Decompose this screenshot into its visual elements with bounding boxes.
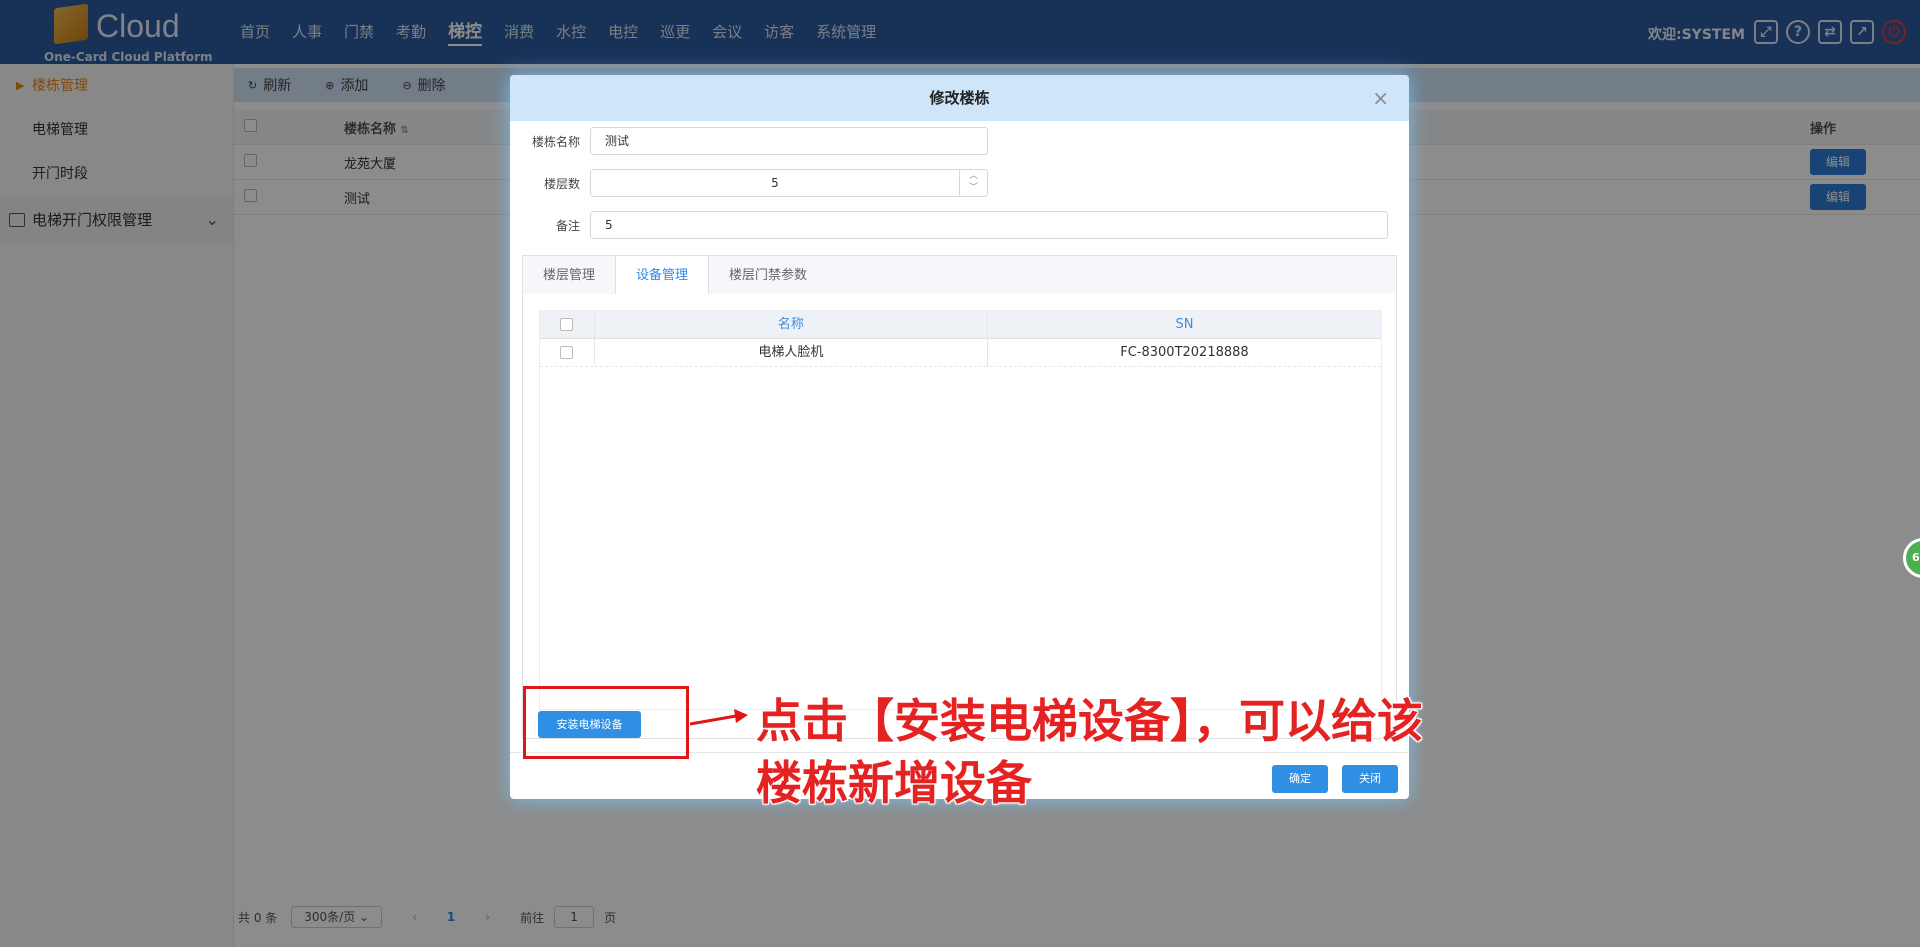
floors-value: 5 <box>771 176 779 190</box>
building-name-row: 楼栋名称 测试 <box>510 127 988 155</box>
cell-sn: FC-8300T20218888 <box>1120 344 1249 360</box>
remark-row: 备注 5 <box>510 211 1388 239</box>
column-header-sn: SN <box>1175 316 1194 332</box>
dialog-header: 修改楼栋 × <box>510 75 1409 121</box>
floors-label: 楼层数 <box>543 176 580 191</box>
annotation-highlight-box <box>523 686 689 759</box>
device-panel: 名称 SN 电梯人脸机 FC-8300T20218888 <box>522 294 1397 739</box>
dialog-title: 修改楼栋 <box>929 89 990 107</box>
building-name-input[interactable]: 测试 <box>590 127 988 155</box>
annotation-line-2: 楼栋新增设备 <box>756 756 1032 810</box>
device-table: 名称 SN 电梯人脸机 FC-8300T20218888 <box>539 310 1382 710</box>
floors-stepper[interactable]: 5 ︿ ﹀ <box>590 169 988 197</box>
stepper-arrows[interactable]: ︿ ﹀ <box>959 170 987 196</box>
tab-device-management[interactable]: 设备管理 <box>615 256 710 297</box>
cell-device-name: 电梯人脸机 <box>595 338 988 367</box>
column-header-device-name: 名称 <box>595 310 988 339</box>
device-table-header: 名称 SN <box>540 310 1381 339</box>
chevron-down-icon[interactable]: ﹀ <box>960 182 987 194</box>
chevron-up-icon[interactable]: ︿ <box>960 170 987 182</box>
annotation-line-1: 点击【安装电梯设备】，可以给该 <box>756 694 1423 748</box>
annotation-text: 点击【安装电梯设备】，可以给该 楼栋新增设备 <box>756 690 1516 814</box>
building-name-label: 楼栋名称 <box>531 134 580 149</box>
annotation-arrow-icon <box>690 709 748 726</box>
tab-floor-access-params[interactable]: 楼层门禁参数 <box>709 256 827 294</box>
dialog-tabs: 楼层管理 设备管理 楼层门禁参数 <box>522 255 1397 297</box>
table-row[interactable]: 电梯人脸机 FC-8300T20218888 <box>540 338 1381 367</box>
floors-row: 楼层数 5 ︿ ﹀ <box>510 169 988 197</box>
select-all-checkbox[interactable] <box>560 318 574 331</box>
remark-label: 备注 <box>555 218 580 233</box>
close-icon[interactable]: × <box>1372 75 1389 121</box>
tab-floor-management[interactable]: 楼层管理 <box>523 256 615 294</box>
remark-input[interactable]: 5 <box>590 211 1388 239</box>
row-checkbox[interactable] <box>560 346 574 359</box>
